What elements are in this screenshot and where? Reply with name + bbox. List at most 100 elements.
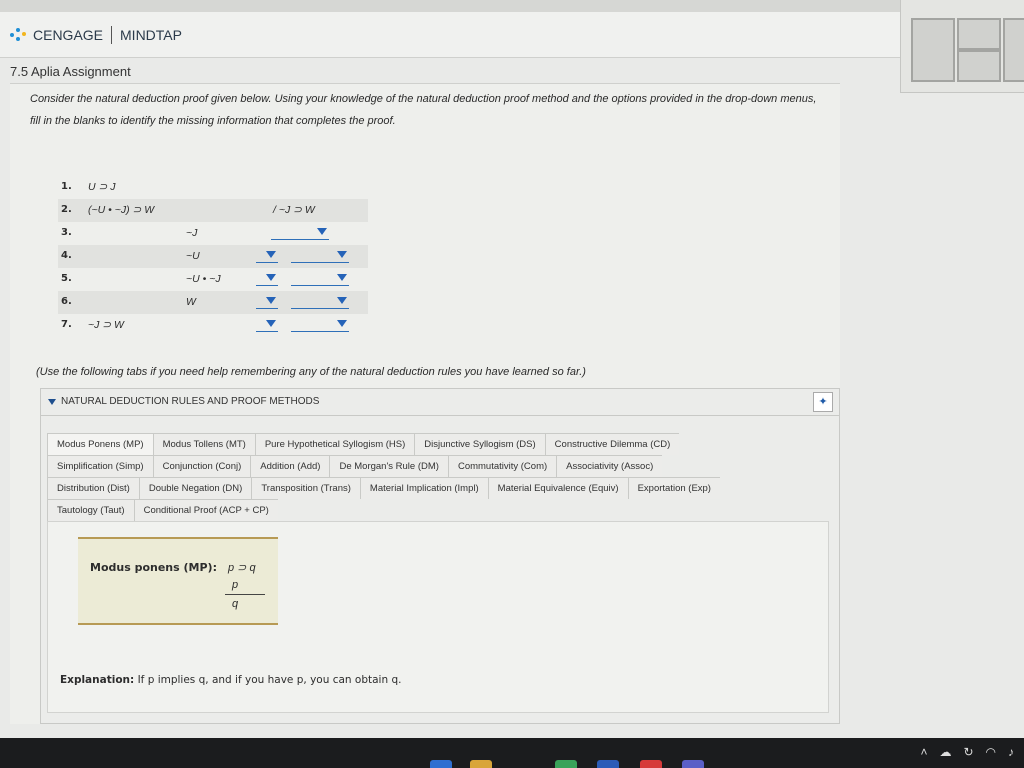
- tab-constructive-dilemma[interactable]: Constructive Dilemma (CD): [544, 433, 680, 455]
- cengage-logo[interactable]: CENGAGE MINDTAP: [10, 26, 182, 44]
- tab-simplification[interactable]: Simplification (Simp): [47, 455, 153, 477]
- tab-transposition[interactable]: Transposition (Trans): [251, 477, 360, 499]
- line-ref-dropdown-5[interactable]: [256, 273, 278, 286]
- cloud-icon[interactable]: ☁: [939, 745, 951, 759]
- rule-dropdown-5[interactable]: [291, 273, 349, 286]
- rule-name: Modus ponens (MP):: [90, 561, 217, 574]
- sync-icon[interactable]: ↻: [963, 745, 973, 759]
- app-header: CENGAGE MINDTAP: [0, 12, 900, 58]
- instructions-text: Consider the natural deduction proof giv…: [30, 93, 817, 127]
- volume-icon[interactable]: ♪: [1008, 745, 1014, 759]
- tab-tautology[interactable]: Tautology (Taut): [47, 499, 134, 521]
- rule-dropdown-4[interactable]: [291, 250, 349, 263]
- snap-tile-left[interactable]: [911, 18, 955, 82]
- line-ref-dropdown-7[interactable]: [256, 319, 278, 332]
- dropdown-arrow-icon: [266, 251, 276, 258]
- proof-row-5: 5. ~U • ~J: [58, 268, 368, 291]
- proof-row-6: 6. W: [58, 291, 368, 314]
- rule-dropdown-7[interactable]: [291, 319, 349, 332]
- premise-formula: (~U • ~J) ⊃ W: [88, 204, 155, 216]
- tab-disjunctive-syllogism[interactable]: Disjunctive Syllogism (DS): [414, 433, 545, 455]
- pin-icon[interactable]: ✦: [813, 392, 833, 412]
- proof-row-1: 1. U ⊃ J: [58, 176, 368, 199]
- dropdown-arrow-icon: [317, 228, 327, 235]
- premise-formula: U ⊃ J: [88, 181, 116, 193]
- tab-double-negation[interactable]: Double Negation (DN): [138, 477, 252, 499]
- proof-row-7: 7. ~J ⊃ W: [58, 314, 368, 337]
- taskbar-word-icon[interactable]: [597, 760, 619, 768]
- tab-commutativity[interactable]: Commutativity (Com): [447, 455, 557, 477]
- tab-modus-tollens[interactable]: Modus Tollens (MT): [152, 433, 255, 455]
- rule-conclusion: q: [232, 598, 239, 610]
- os-taskbar: ˄ ☁ ↻ ◠ ♪: [0, 738, 1024, 768]
- assignment-content: Consider the natural deduction proof giv…: [10, 83, 840, 724]
- taskbar-folder-icon[interactable]: [470, 760, 492, 768]
- chevron-up-icon[interactable]: ˄: [920, 745, 927, 759]
- tab-conditional-proof[interactable]: Conditional Proof (ACP + CP): [133, 499, 278, 521]
- tab-associativity[interactable]: Associativity (Assoc): [556, 455, 663, 477]
- tab-addition[interactable]: Addition (Add): [250, 455, 330, 477]
- snap-tile-edge[interactable]: [1003, 18, 1024, 82]
- system-tray: ˄ ☁ ↻ ◠ ♪: [920, 745, 1014, 759]
- dropdown-arrow-icon: [337, 274, 347, 281]
- rule-box: Modus ponens (MP): p ⊃ q p q: [78, 537, 278, 625]
- brand-left: CENGAGE: [33, 27, 104, 43]
- tab-material-implication[interactable]: Material Implication (Impl): [359, 477, 488, 499]
- derived-formula: ~U • ~J: [186, 273, 221, 285]
- tab-distribution[interactable]: Distribution (Dist): [47, 477, 139, 499]
- line-number: 7.: [61, 319, 72, 330]
- tab-row-2: Simplification (Simp) Conjunction (Conj)…: [47, 455, 827, 477]
- line-ref-dropdown-6[interactable]: [256, 296, 278, 309]
- dropdown-arrow-icon: [266, 274, 276, 281]
- tab-modus-ponens[interactable]: Modus Ponens (MP): [47, 433, 153, 455]
- dropdown-arrow-icon: [337, 320, 347, 327]
- line-number: 1.: [61, 181, 72, 192]
- cengage-dots-icon: [10, 28, 28, 42]
- tab-exportation[interactable]: Exportation (Exp): [627, 477, 720, 499]
- rules-panel: NATURAL DEDUCTION RULES AND PROOF METHOD…: [40, 388, 840, 724]
- conclusion-goal: / ~J ⊃ W: [273, 204, 315, 216]
- taskbar-app-icon-2[interactable]: [640, 760, 662, 768]
- rule-dropdown-6[interactable]: [291, 296, 349, 309]
- explanation-text: If p implies q, and if you have p, you c…: [137, 674, 402, 686]
- rule-content: Modus ponens (MP): p ⊃ q p q Explanation…: [47, 521, 829, 713]
- taskbar-browser-icon[interactable]: [555, 760, 577, 768]
- tab-row-3: Distribution (Dist) Double Negation (DN)…: [47, 477, 827, 499]
- rule-premise-1: p ⊃ q: [228, 562, 256, 574]
- window-snap-panel: [900, 0, 1024, 93]
- line-number: 2.: [61, 204, 72, 215]
- taskbar-app-icon[interactable]: [430, 760, 452, 768]
- line-ref-dropdown-4[interactable]: [256, 250, 278, 263]
- rules-tabs: Modus Ponens (MP) Modus Tollens (MT) Pur…: [47, 433, 827, 521]
- derived-formula: W: [186, 296, 196, 308]
- assignment-title: 7.5 Aplia Assignment: [10, 64, 131, 79]
- dropdown-arrow-icon: [337, 297, 347, 304]
- derived-formula: ~J: [186, 227, 198, 239]
- snap-tile-top-right[interactable]: [957, 18, 1001, 50]
- rules-panel-header[interactable]: NATURAL DEDUCTION RULES AND PROOF METHOD…: [41, 389, 839, 416]
- browser-top-strip: [0, 0, 1024, 12]
- line-number: 6.: [61, 296, 72, 307]
- collapse-triangle-icon[interactable]: [48, 399, 56, 405]
- proof-row-3: 3. ~J: [58, 222, 368, 245]
- proof-row-4: 4. ~U: [58, 245, 368, 268]
- tab-de-morgans[interactable]: De Morgan's Rule (DM): [329, 455, 448, 477]
- snap-tile-bottom-right[interactable]: [957, 50, 1001, 82]
- tab-row-4: Tautology (Taut) Conditional Proof (ACP …: [47, 499, 827, 521]
- tab-hypothetical-syllogism[interactable]: Pure Hypothetical Syllogism (HS): [254, 433, 415, 455]
- line-number: 3.: [61, 227, 72, 238]
- tab-material-equivalence[interactable]: Material Equivalence (Equiv): [487, 477, 628, 499]
- dropdown-arrow-icon: [337, 251, 347, 258]
- rule-explanation: Explanation: If p implies q, and if you …: [60, 674, 401, 686]
- dropdown-arrow-icon: [266, 320, 276, 327]
- tab-conjunction[interactable]: Conjunction (Conj): [152, 455, 251, 477]
- justification-dropdown-3[interactable]: [271, 227, 329, 240]
- brand-divider: [111, 26, 113, 44]
- help-text: (Use the following tabs if you need help…: [36, 366, 586, 378]
- taskbar-teams-icon[interactable]: [682, 760, 704, 768]
- rules-panel-title: NATURAL DEDUCTION RULES AND PROOF METHOD…: [61, 396, 320, 407]
- line-number: 4.: [61, 250, 72, 261]
- tab-row-1: Modus Ponens (MP) Modus Tollens (MT) Pur…: [47, 433, 827, 455]
- wifi-icon[interactable]: ◠: [986, 745, 996, 759]
- brand-right: MINDTAP: [120, 27, 182, 43]
